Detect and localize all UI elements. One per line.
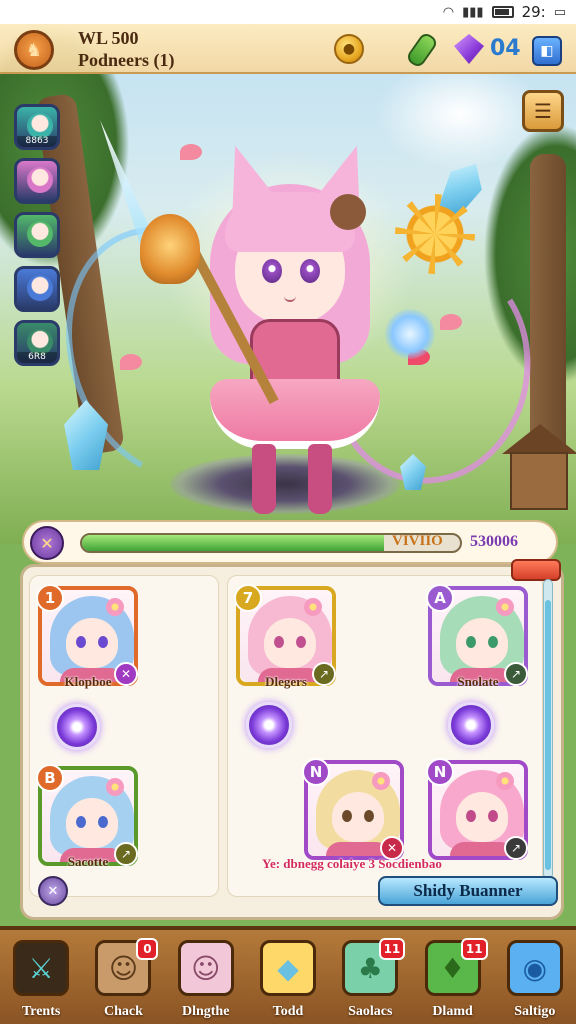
team-card[interactable]: N ✕ <box>302 758 404 860</box>
magic-orb-icon[interactable] <box>54 704 100 750</box>
player-rank: Podneers (1) <box>78 50 175 70</box>
nav-label: Saolacs <box>348 1004 393 1019</box>
battle-scene <box>0 24 576 544</box>
notification-badge: 0 <box>136 938 159 960</box>
rank-badge: N <box>426 758 454 786</box>
nav-label: Dlamd <box>432 1004 473 1019</box>
nav-icon: ⚔ <box>13 940 70 996</box>
panel-flag[interactable] <box>511 559 561 581</box>
status-bar: ◠ ▮▮▮ 29: ▭ <box>0 0 576 24</box>
experience-bar: ✕ VIVIIO 530006 <box>22 520 558 564</box>
gem-count: 04 <box>490 36 521 61</box>
team-card[interactable]: B ↗ Sacotte <box>36 764 138 869</box>
nav-label: Todd <box>272 1004 304 1019</box>
nav-item-5[interactable]: ♦ 11 Dlamd <box>418 938 488 1024</box>
scrollbar-thumb[interactable] <box>545 600 551 870</box>
inventory-button[interactable]: ☰ <box>522 90 564 132</box>
settings-menu-button[interactable]: ◧ <box>532 36 562 66</box>
flower-icon <box>496 598 514 616</box>
team-card[interactable]: N ↗ <box>426 758 528 860</box>
rank-badge: 7 <box>234 584 262 612</box>
ice-magic-icon <box>385 309 435 359</box>
nav-item-4[interactable]: ♣ 11 Saolacs <box>335 938 406 1024</box>
battery-icon <box>491 6 514 18</box>
team-card[interactable]: 7 ↗ Dlegers <box>234 584 336 689</box>
petal <box>440 314 462 330</box>
progress-label: VIVIIO <box>392 533 443 549</box>
hair-bow <box>330 194 366 230</box>
nav-item-6[interactable]: ◉ Saltigo <box>500 938 570 1024</box>
nav-item-2[interactable]: ☺ Dlngthe <box>171 938 241 1024</box>
clock: 29: <box>521 3 546 21</box>
class-icon: ↗ <box>504 836 528 860</box>
flower-icon <box>106 778 124 796</box>
player-avatar[interactable]: ♞ <box>14 30 54 70</box>
notification-badge: 11 <box>460 938 488 960</box>
character-name: Dlegers <box>265 674 307 689</box>
rank-badge: 1 <box>36 584 64 612</box>
skill-slot-3[interactable] <box>14 212 60 258</box>
nav-label: Dlngthe <box>181 1004 230 1019</box>
skill-label: 8863 <box>17 136 57 147</box>
crossed-swords-icon[interactable]: ✕ <box>30 526 64 560</box>
player-character[interactable] <box>140 137 435 524</box>
flower-icon <box>304 598 322 616</box>
player-level: WL 500 <box>78 28 139 48</box>
nav-label: Chack <box>103 1004 143 1019</box>
skill-slot-4[interactable] <box>14 266 60 312</box>
progress-fill <box>82 535 385 551</box>
notification-badge: 11 <box>378 938 406 960</box>
skill-label: 6R8 <box>17 352 57 363</box>
petal <box>120 354 142 370</box>
hut <box>502 424 576 514</box>
purple-gem-icon[interactable] <box>454 34 484 64</box>
nav-item-0[interactable]: ⚔ Trents <box>6 938 76 1024</box>
flower-icon <box>372 772 390 790</box>
nav-label: Saltigo <box>514 1004 556 1019</box>
character-name: Snolate <box>457 674 499 689</box>
gold-coin-icon[interactable]: ● <box>334 34 364 64</box>
character-name: Klopboe <box>64 674 112 689</box>
rank-badge: A <box>426 584 454 612</box>
skill-slot-2[interactable] <box>14 158 60 204</box>
nav-icon: ☺ <box>177 940 234 996</box>
team-card[interactable]: 1 ✕ Klopboe <box>36 584 138 689</box>
signal-icon: ▮▮▮ <box>462 4 484 20</box>
screen-icon: ▭ <box>553 4 566 20</box>
nav-item-3[interactable]: ◆ Todd <box>253 938 323 1024</box>
magic-orb-icon[interactable] <box>246 702 292 748</box>
staff-head-icon <box>140 214 200 284</box>
character-name: Sacotte <box>67 854 109 869</box>
skill-slot-5[interactable]: 6R8 <box>14 320 60 366</box>
potion-icon[interactable] <box>402 30 442 70</box>
nav-item-1[interactable]: ☺ 0 Chack <box>88 938 159 1024</box>
rank-badge: B <box>36 764 64 792</box>
nav-label: Trents <box>21 1004 61 1019</box>
progress-value: 530006 <box>470 533 518 550</box>
skill-portrait <box>27 221 53 247</box>
nav-icon: ◉ <box>506 940 563 996</box>
team-alert-text: Ye: dbnegg colaiye 3 Socdienbao <box>262 856 442 871</box>
scrollbar[interactable] <box>543 579 553 879</box>
star-icon <box>27 275 53 301</box>
team-card[interactable]: A ↗ Snolate <box>426 584 528 689</box>
swords-icon[interactable]: ✕ <box>38 876 68 906</box>
skill-portrait <box>27 167 53 193</box>
flower-icon <box>106 598 124 616</box>
rank-badge: N <box>302 758 330 786</box>
bottom-nav: ⚔ Trents ☺ 0 Chack ☺ Dlngthe ◆ Todd ♣ 11 Saolacs ♦ 11… <box>0 926 576 1024</box>
top-hud: ♞ WL 500 Podneers (1) ● 04 ◧ <box>0 24 576 74</box>
study-banner-button[interactable]: Shidy Buanner <box>378 876 558 906</box>
magic-orb-icon[interactable] <box>448 702 494 748</box>
nav-icon: ◆ <box>259 940 316 996</box>
wifi-icon: ◠ <box>442 4 455 20</box>
skill-slot-1[interactable]: 8863 <box>14 104 60 150</box>
flower-icon <box>496 772 514 790</box>
